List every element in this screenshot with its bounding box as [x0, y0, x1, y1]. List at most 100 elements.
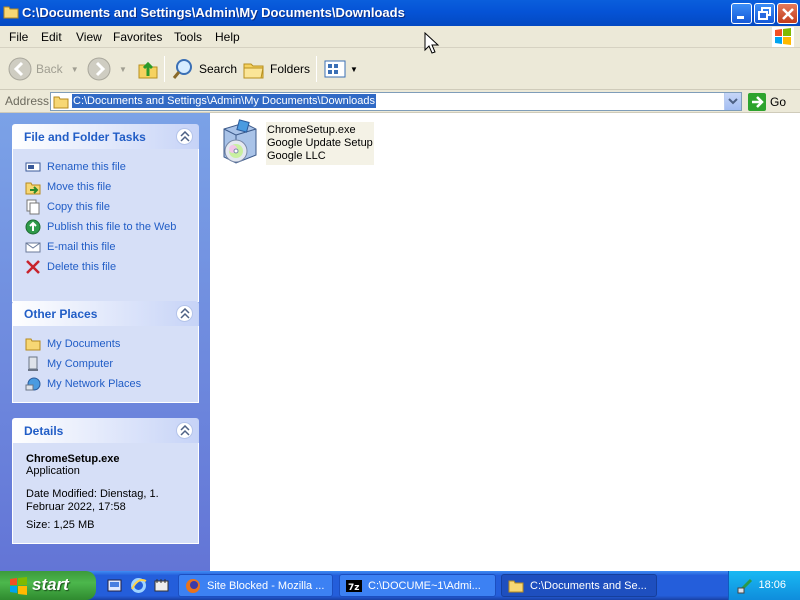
move-file-task[interactable]: Move this file [25, 177, 198, 197]
chevron-up-icon [180, 131, 190, 142]
restore-icon [758, 7, 771, 20]
search-icon [172, 59, 192, 79]
file-label: ChromeSetup.exe Google Update Setup Goog… [266, 122, 374, 165]
email-file-task[interactable]: E-mail this file [25, 237, 198, 257]
taskbar-button-firefox[interactable]: Site Blocked - Mozilla ... [178, 574, 333, 597]
minimize-button[interactable] [731, 3, 752, 24]
task-label: E-mail this file [47, 241, 116, 253]
svg-text:7z: 7z [348, 583, 360, 593]
panel-title: File and Folder Tasks [24, 130, 146, 144]
folder-icon [25, 336, 41, 352]
windows-flag-icon [775, 28, 791, 45]
window-title: C:\Documents and Settings\Admin\My Docum… [22, 5, 405, 20]
computer-icon [25, 356, 41, 372]
forward-arrow-icon [87, 57, 111, 81]
panel-header[interactable]: Details [12, 418, 199, 443]
place-label: My Documents [47, 338, 121, 350]
copy-file-task[interactable]: Copy this file [25, 197, 198, 217]
views-button[interactable]: ▼ [323, 54, 358, 84]
folders-label: Folders [270, 62, 311, 76]
close-button[interactable] [777, 3, 798, 24]
file-name: ChromeSetup.exe [267, 124, 356, 136]
place-my-documents[interactable]: My Documents [25, 334, 198, 354]
rename-icon [25, 159, 41, 175]
forward-button[interactable]: ▼ [87, 54, 127, 84]
network-status-icon[interactable] [737, 578, 753, 594]
network-icon [25, 376, 41, 392]
menu-tools[interactable]: Tools [174, 30, 202, 44]
up-folder-button[interactable] [136, 54, 160, 84]
rename-file-task[interactable]: Rename this file [25, 157, 198, 177]
go-arrow-icon [748, 92, 766, 111]
back-dropdown-icon[interactable]: ▼ [71, 65, 79, 74]
place-my-network-places[interactable]: My Network Places [25, 374, 198, 394]
panel-title: Other Places [24, 307, 98, 321]
clock[interactable]: 18:06 [758, 579, 786, 591]
place-label: My Network Places [47, 378, 142, 390]
file-item[interactable]: ChromeSetup.exe Google Update Setup Goog… [216, 117, 376, 167]
address-dropdown-button[interactable] [724, 93, 741, 110]
menu-edit[interactable]: Edit [41, 30, 62, 44]
title-bar[interactable]: C:\Documents and Settings\Admin\My Docum… [0, 0, 800, 26]
file-folder-tasks-panel: File and Folder Tasks Rename this file M… [12, 124, 199, 302]
views-icon [324, 60, 346, 78]
installer-icon [223, 119, 257, 164]
copy-icon [25, 199, 41, 215]
file-list-view[interactable]: ChromeSetup.exe Google Update Setup Goog… [210, 113, 800, 571]
chevron-up-icon [180, 425, 190, 436]
internet-explorer-icon[interactable] [130, 577, 147, 594]
address-bar: Address C:\Documents and Settings\Admin\… [0, 90, 800, 113]
details-date-modified: Date Modified: Dienstag, 1. Februar 2022… [26, 488, 159, 513]
details-file-type: Application [26, 465, 80, 477]
file-company: Google LLC [267, 150, 326, 162]
back-button[interactable]: Back ▼ [8, 54, 79, 84]
start-button[interactable]: start [0, 571, 96, 600]
menu-bar: File Edit View Favorites Tools Help [0, 26, 800, 48]
place-label: My Computer [47, 358, 114, 370]
publish-file-task[interactable]: Publish this file to the Web [25, 217, 198, 237]
place-my-computer[interactable]: My Computer [25, 354, 198, 374]
media-player-icon[interactable] [153, 577, 170, 594]
views-dropdown-icon[interactable]: ▼ [350, 65, 358, 74]
search-button[interactable]: Search [171, 54, 237, 84]
taskbar-button-explorer[interactable]: C:\Documents and Se... [501, 574, 657, 597]
panel-header[interactable]: Other Places [12, 301, 199, 326]
folders-button[interactable]: Folders [242, 54, 310, 84]
show-desktop-icon[interactable] [106, 577, 123, 594]
menu-file[interactable]: File [9, 30, 28, 44]
up-folder-icon [138, 61, 158, 79]
task-label: Copy this file [47, 201, 110, 213]
taskbar-button-7zip[interactable]: 7z C:\DOCUME~1\Admi... [339, 574, 496, 597]
collapse-button[interactable] [176, 422, 193, 439]
chevron-down-icon [728, 98, 738, 105]
maximize-button[interactable] [754, 3, 775, 24]
collapse-button[interactable] [176, 128, 193, 145]
address-value: C:\Documents and Settings\Admin\My Docum… [72, 94, 377, 108]
email-icon [25, 239, 41, 255]
task-label: Rename this file [47, 161, 126, 173]
folder-icon [3, 6, 19, 19]
publish-icon [25, 219, 41, 235]
toolbar: Back ▼ ▼ Search Folders ▼ [0, 48, 800, 90]
details-file-name: ChromeSetup.exe [26, 453, 120, 465]
delete-file-task[interactable]: Delete this file [25, 257, 198, 277]
panel-header[interactable]: File and Folder Tasks [12, 124, 199, 149]
toolbar-separator [164, 56, 165, 82]
task-label: Delete this file [47, 261, 117, 273]
folder-icon [53, 96, 69, 109]
menu-view[interactable]: View [76, 30, 102, 44]
details-size: Size: 1,25 MB [26, 519, 95, 531]
delete-icon [25, 259, 41, 275]
chevron-up-icon [180, 308, 190, 319]
task-label: Publish this file to the Web [47, 221, 177, 233]
firefox-icon [186, 578, 200, 593]
minimize-icon [737, 16, 744, 19]
address-input[interactable]: C:\Documents and Settings\Admin\My Docum… [50, 92, 742, 111]
go-button[interactable]: Go [748, 92, 786, 111]
collapse-button[interactable] [176, 305, 193, 322]
menu-favorites[interactable]: Favorites [113, 30, 162, 44]
menu-help[interactable]: Help [215, 30, 240, 44]
forward-dropdown-icon[interactable]: ▼ [119, 65, 127, 74]
task-pane: File and Folder Tasks Rename this file M… [0, 113, 210, 571]
windows-flag-icon [10, 577, 27, 595]
